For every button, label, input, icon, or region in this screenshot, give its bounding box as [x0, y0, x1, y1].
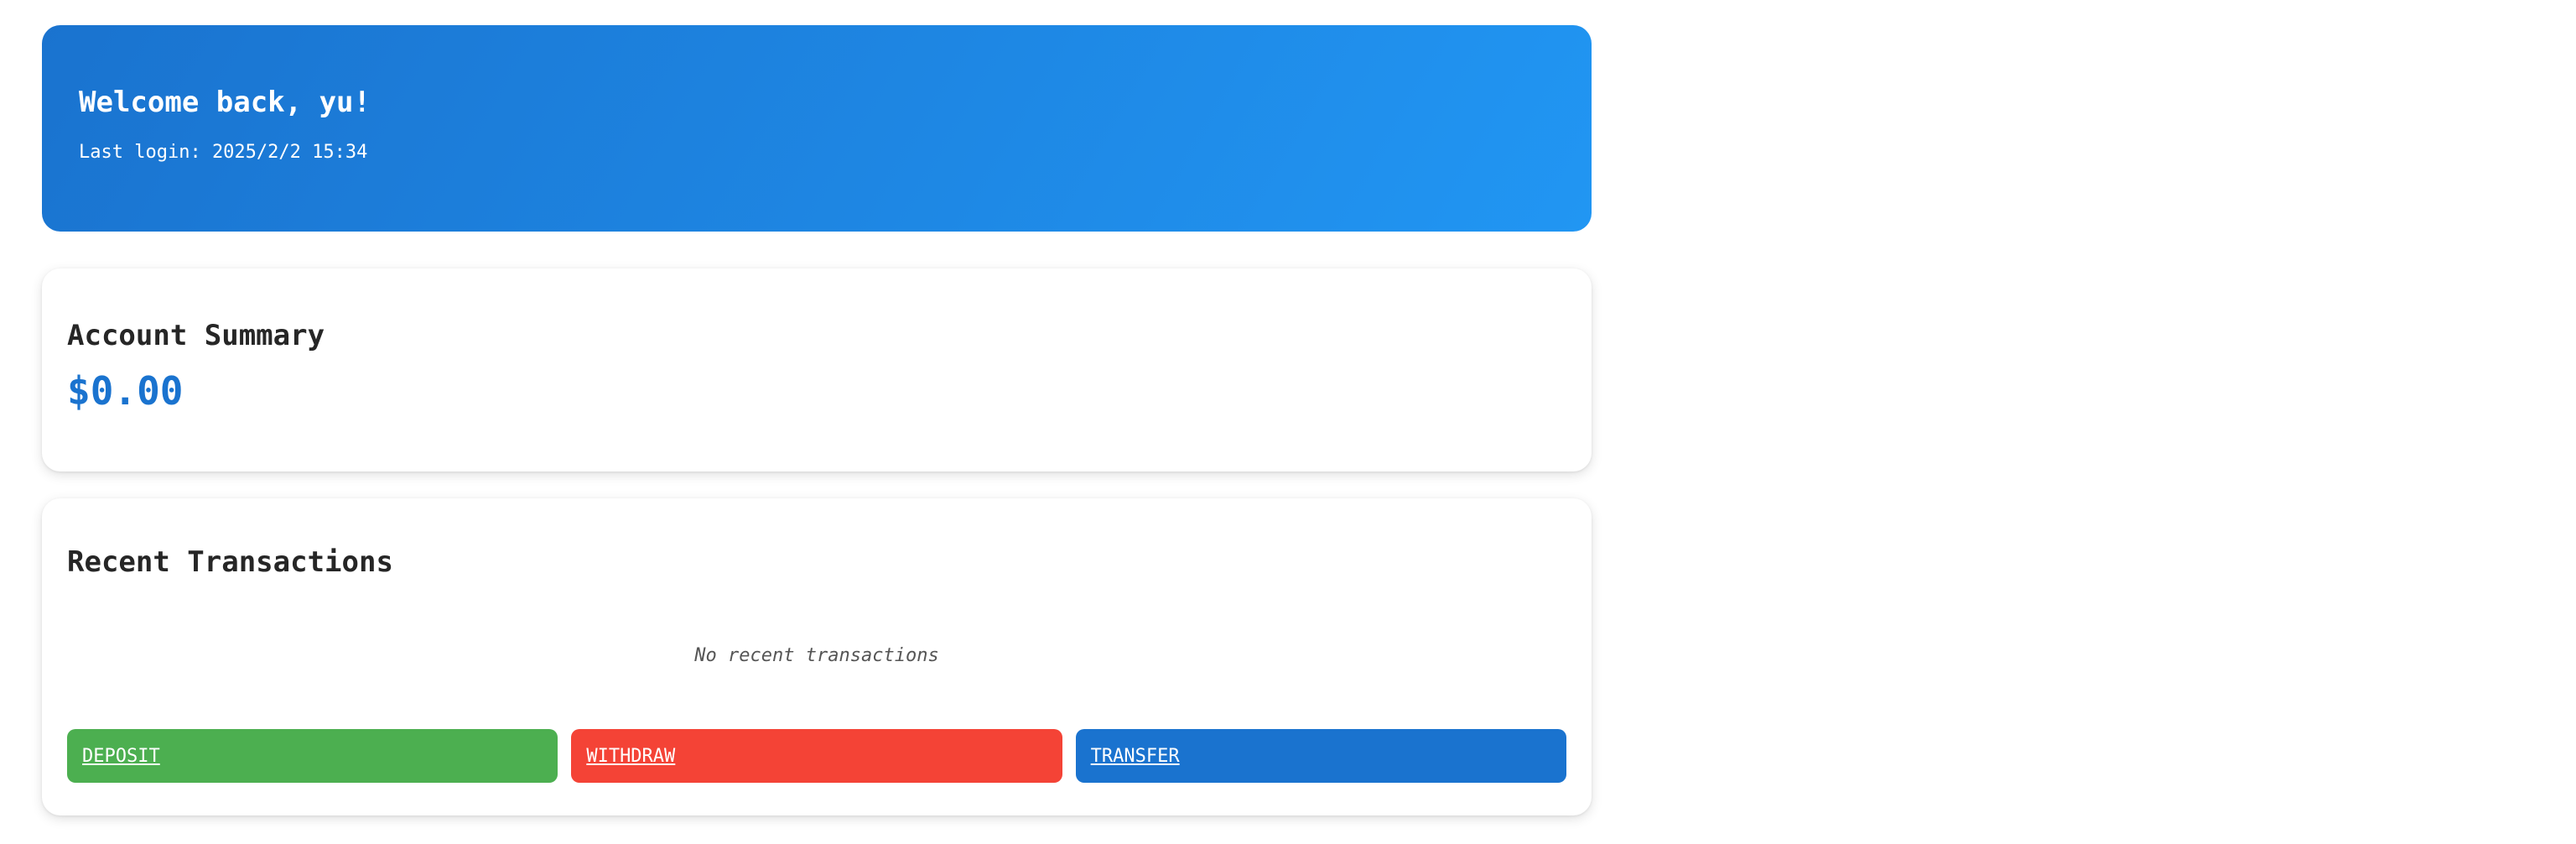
- welcome-title: Welcome back, yu!: [79, 86, 371, 119]
- account-summary-title: Account Summary: [67, 319, 325, 352]
- action-buttons: DEPOSIT WITHDRAW TRANSFER: [67, 729, 1566, 784]
- deposit-button[interactable]: DEPOSIT: [67, 729, 558, 784]
- recent-transactions-card: Recent Transactions No recent transactio…: [42, 498, 1592, 815]
- welcome-banner: Welcome back, yu! Last login: 2025/2/2 1…: [42, 25, 1592, 232]
- last-login-text: Last login: 2025/2/2 15:34: [79, 141, 368, 163]
- dashboard: Welcome back, yu! Last login: 2025/2/2 1…: [42, 0, 1592, 815]
- no-transactions-text: No recent transactions: [694, 644, 939, 666]
- withdraw-button[interactable]: WITHDRAW: [571, 729, 1062, 784]
- account-balance: $0.00: [67, 367, 184, 414]
- transfer-button[interactable]: TRANSFER: [1075, 729, 1566, 784]
- account-summary-card: Account Summary $0.00: [42, 268, 1592, 471]
- recent-transactions-title: Recent Transactions: [67, 545, 393, 579]
